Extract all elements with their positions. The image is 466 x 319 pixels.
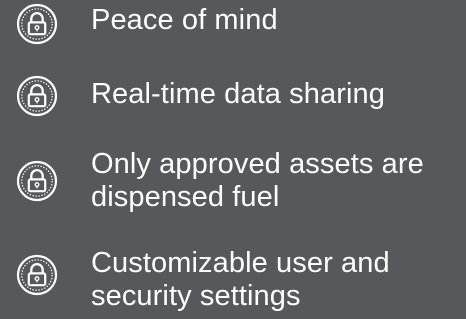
lock-badge-icon [16, 3, 58, 45]
lock-badge-icon [16, 254, 58, 296]
feature-label: Peace of mind [91, 4, 278, 36]
lock-badge-icon [16, 160, 58, 202]
feature-label: Real-time data sharing [91, 78, 385, 110]
feature-label: Customizable user and security settings [91, 247, 390, 312]
lock-badge-icon [16, 75, 58, 117]
feature-label: Only approved assets are dispensed fuel [91, 148, 424, 213]
feature-list: Peace of mind Real-time data sharing Onl… [0, 0, 466, 319]
